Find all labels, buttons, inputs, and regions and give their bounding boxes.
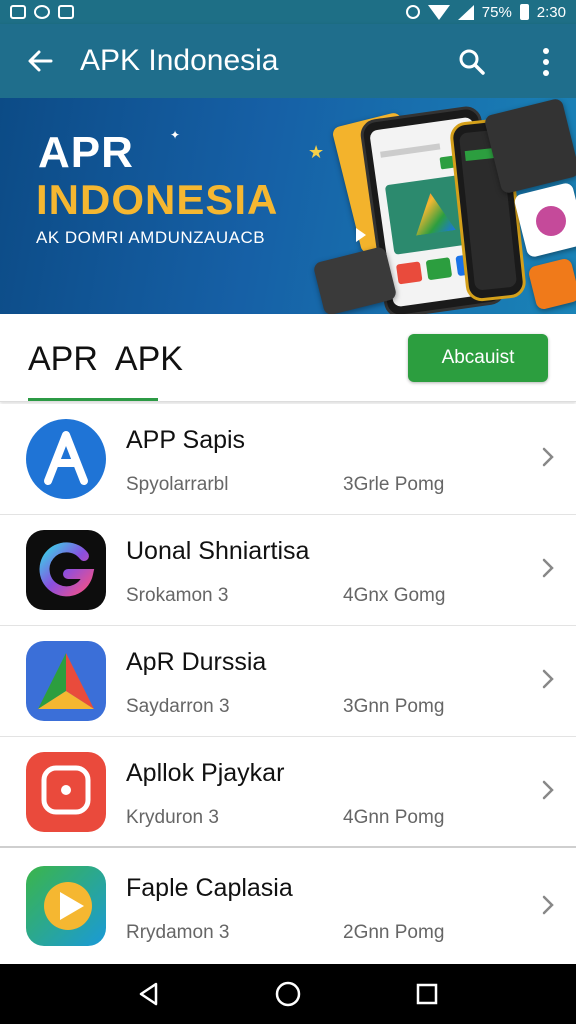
back-button[interactable]	[0, 24, 80, 98]
banner-title-line1: APR	[38, 128, 134, 177]
page-title: APK Indonesia	[80, 44, 279, 77]
notification-icon	[10, 5, 26, 19]
app-size: 3Gnn Pomg	[343, 696, 445, 717]
triangle-app-icon	[38, 653, 94, 709]
chat-app-icon	[41, 765, 91, 815]
letter-a-app-icon	[26, 419, 106, 499]
app-size: 2Gnn Pomg	[343, 922, 445, 943]
sparkle-icon: ✦	[170, 128, 181, 142]
banner-title-line2: INDONESIA	[36, 176, 279, 223]
app-size: 4Gnx Gomg	[343, 585, 446, 606]
app-name: Apllok Pjaykar	[126, 759, 285, 787]
app-list: APP Sapis Spyolarrarbl 3Grle Pomg Uonal …	[0, 404, 576, 962]
nav-home-button[interactable]	[264, 970, 312, 1018]
chevron-right-icon	[542, 895, 554, 915]
chevron-right-icon	[542, 447, 554, 467]
promo-banner[interactable]: APR INDONESIA AK DOMRI AMDUNZAUACB ★ ✦	[0, 98, 576, 314]
list-item[interactable]: APP Sapis Spyolarrarbl 3Grle Pomg	[0, 404, 576, 515]
section-header: APR APK Abcauist	[0, 314, 576, 402]
nav-recents-button[interactable]	[403, 970, 451, 1018]
nav-back-button[interactable]	[125, 970, 173, 1018]
chevron-right-icon	[542, 780, 554, 800]
app-size: 4Gnn Pomg	[343, 807, 445, 828]
app-icon	[26, 641, 106, 721]
circle-home-icon	[275, 981, 301, 1007]
app-tile-graphic	[536, 206, 566, 236]
more-options-button[interactable]	[524, 40, 568, 84]
app-name: Uonal Shniartisa	[126, 537, 310, 565]
app-name: Faple Caplasia	[126, 874, 293, 902]
system-navigation-bar	[0, 964, 576, 1024]
chevron-right-icon	[542, 558, 554, 578]
app-icon	[26, 866, 106, 946]
app-meta: Spyolarrarbl	[126, 474, 229, 495]
sync-icon	[34, 5, 50, 19]
tab-indicator	[28, 398, 158, 401]
list-item[interactable]: Faple Caplasia Rrydamon 3 2Gnn Pomg	[0, 848, 576, 962]
signal-icon	[457, 4, 474, 20]
play-icon	[356, 228, 366, 242]
banner-subtitle: AK DOMRI AMDUNZAUACB	[36, 228, 266, 247]
app-icon	[26, 752, 106, 832]
app-bar: APK Indonesia	[0, 24, 576, 98]
app-meta: Rrydamon 3	[126, 922, 230, 943]
battery-icon	[519, 4, 529, 20]
app-name: ApR Durssia	[126, 648, 267, 676]
list-item[interactable]: Uonal Shniartisa Srokamon 3 4Gnx Gomg	[0, 515, 576, 626]
app-meta: Kryduron 3	[126, 807, 219, 828]
more-vert-icon	[543, 48, 549, 54]
letter-g-app-icon	[39, 542, 95, 597]
square-recents-icon	[416, 983, 437, 1005]
section-title: APR APK	[28, 340, 183, 378]
triangle-back-icon	[140, 982, 158, 1006]
list-item[interactable]: ApR Durssia Saydarron 3 3Gnn Pomg	[0, 626, 576, 737]
app-meta: Saydarron 3	[126, 696, 230, 717]
mute-icon	[405, 5, 420, 19]
search-icon	[459, 49, 485, 75]
wifi-icon	[427, 4, 450, 20]
sparkle-icon: ★	[308, 142, 325, 162]
image-icon	[58, 5, 74, 19]
arrow-left-icon	[28, 50, 53, 72]
play-app-icon	[44, 882, 92, 930]
clock: 2:30	[536, 3, 566, 21]
app-meta: Srokamon 3	[126, 585, 229, 606]
battery-percent: 75%	[481, 3, 512, 21]
app-icon	[26, 419, 106, 499]
chevron-right-icon	[542, 669, 554, 689]
list-item[interactable]: Apllok Pjaykar Kryduron 3 4Gnn Pomg	[0, 737, 576, 848]
app-icon	[26, 530, 106, 610]
status-bar: 75% 2:30	[0, 0, 576, 24]
app-name: APP Sapis	[126, 426, 246, 454]
section-action-button[interactable]: Abcauist	[408, 334, 548, 382]
search-button[interactable]	[450, 40, 494, 84]
app-tile-graphic	[527, 257, 576, 311]
app-size: 3Grle Pomg	[343, 474, 445, 495]
